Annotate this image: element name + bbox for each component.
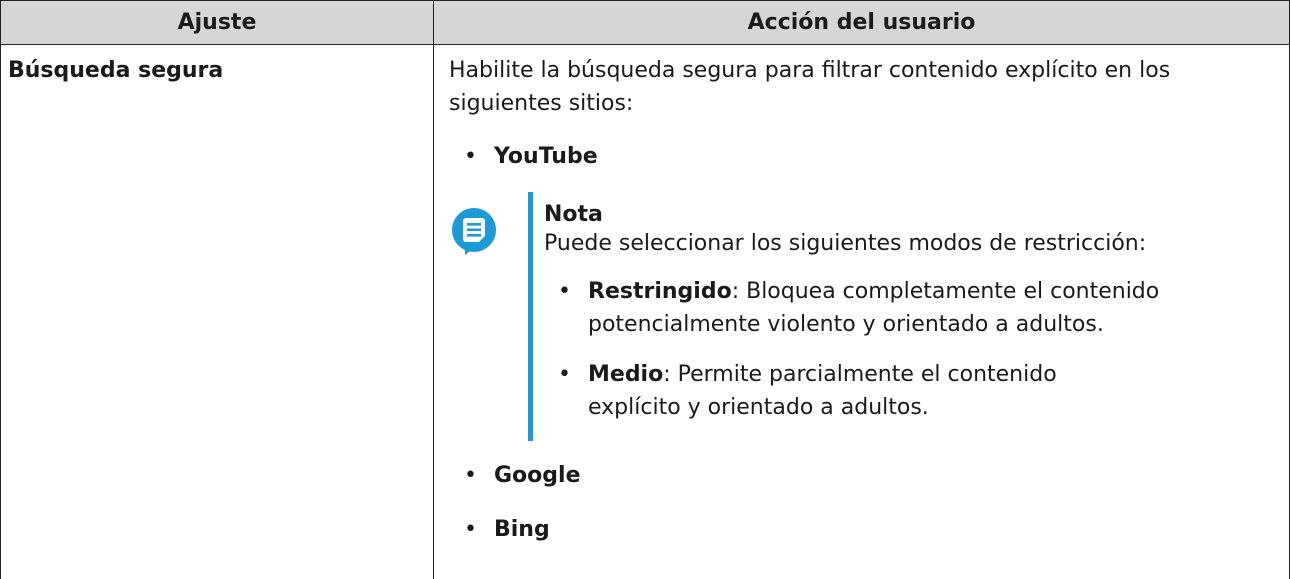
mode-name-restricted: Restringido bbox=[588, 279, 732, 304]
header-user-action: Acción del usuario bbox=[433, 0, 1290, 45]
bullet-dot: • bbox=[464, 144, 477, 169]
table-row: Búsqueda segura Habilite la búsqueda seg… bbox=[0, 44, 1290, 579]
site-bing: Bing bbox=[494, 517, 550, 542]
settings-table: Ajuste Acción del usuario Búsqueda segur… bbox=[0, 0, 1290, 579]
note-list-item-restricted: • Restringido: Bloquea completamente el … bbox=[558, 275, 1244, 341]
bullet-dot: • bbox=[558, 279, 571, 304]
mode-separator: : bbox=[663, 362, 671, 387]
user-action-cell: Habilite la búsqueda segura para filtrar… bbox=[433, 44, 1290, 579]
header-setting: Ajuste bbox=[0, 0, 434, 45]
note-text: Puede seleccionar los siguientes modos d… bbox=[544, 231, 1147, 256]
mode-name-medium: Medio bbox=[588, 362, 664, 387]
site-google: Google bbox=[494, 463, 581, 488]
bullet-dot: • bbox=[558, 362, 571, 387]
setting-name-cell: Búsqueda segura bbox=[0, 44, 434, 579]
intro-text: Habilite la búsqueda segura para filtrar… bbox=[449, 58, 1171, 116]
site-youtube: YouTube bbox=[494, 144, 598, 169]
note-title: Nota bbox=[544, 202, 603, 227]
setting-name: Búsqueda segura bbox=[8, 58, 224, 83]
note-list-item-medium: • Medio: Permite parcialmente el conteni… bbox=[558, 358, 1244, 424]
note-callout: Nota Puede seleccionar los siguientes mo… bbox=[449, 192, 1289, 441]
mode-desc-restricted-line1: Bloquea completamente el contenido bbox=[739, 279, 1160, 304]
mode-desc-restricted-line2: potencialmente violento y orientado a ad… bbox=[588, 312, 1104, 337]
list-item-youtube: • YouTube bbox=[464, 140, 1289, 173]
note-icon bbox=[452, 208, 496, 255]
bullet-dot: • bbox=[464, 517, 477, 542]
bullet-dot: • bbox=[464, 463, 477, 488]
list-item-google: • Google bbox=[464, 459, 1289, 492]
mode-desc-medium-line2: explícito y orientado a adultos. bbox=[588, 395, 929, 420]
mode-separator: : bbox=[731, 279, 740, 304]
table-header-row: Ajuste Acción del usuario bbox=[0, 0, 1290, 45]
note-accent-bar bbox=[528, 192, 533, 441]
list-item-bing: • Bing bbox=[464, 513, 1289, 546]
note-body: Nota Puede seleccionar los siguientes mo… bbox=[544, 200, 1244, 424]
mode-desc-medium-line1: Permite parcialmente el contenido bbox=[670, 362, 1057, 387]
